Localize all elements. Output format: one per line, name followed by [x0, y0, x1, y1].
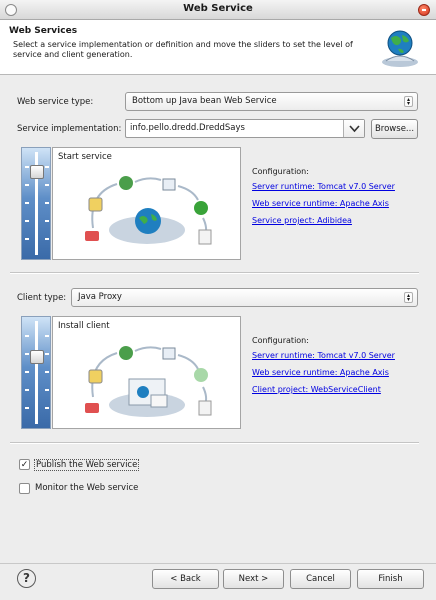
service-lifecycle-diagram: [85, 176, 212, 245]
wizard-banner: Web Services Select a service implementa…: [0, 20, 436, 75]
deploy-stage-icon: [119, 346, 133, 360]
window-title: Web Service: [183, 3, 253, 14]
cancel-button[interactable]: Cancel: [290, 569, 351, 589]
service-server-runtime-link[interactable]: Server runtime: Tomcat v7.0 Server: [252, 182, 395, 191]
install-stage-icon: [162, 178, 176, 191]
client-config-title: Configuration:: [252, 336, 309, 345]
client-type-label: Client type:: [17, 293, 67, 303]
test-stage-icon: [198, 400, 212, 416]
section-divider: [10, 442, 419, 444]
slider-thumb[interactable]: [30, 165, 44, 179]
test-stage-icon: [198, 229, 212, 245]
finish-button[interactable]: Finish: [357, 569, 424, 589]
browse-button[interactable]: Browse...: [371, 119, 418, 139]
develop-stage-icon: [85, 231, 99, 241]
start-stage-icon: [194, 368, 208, 382]
client-lifecycle-diagram: [85, 346, 212, 417]
client-level-slider[interactable]: [21, 316, 51, 429]
publish-label[interactable]: Publish the Web service: [34, 459, 140, 471]
service-diagram: Start service: [52, 147, 241, 260]
start-stage-icon: [194, 201, 208, 215]
globe-webservice-icon: [382, 30, 418, 67]
next-button[interactable]: Next >: [223, 569, 284, 589]
window-titlebar: Web Service: [0, 0, 436, 20]
client-ws-runtime-link[interactable]: Web service runtime: Apache Axis: [252, 368, 389, 377]
updown-arrow-icon: ▴ ▾: [404, 96, 413, 107]
service-ws-runtime-link[interactable]: Web service runtime: Apache Axis: [252, 199, 389, 208]
client-diagram: Install client: [52, 316, 241, 429]
back-button[interactable]: < Back: [152, 569, 219, 589]
page-description: Select a service implementation or defin…: [13, 40, 353, 59]
service-type-label: Web service type:: [17, 97, 94, 107]
service-config-title: Configuration:: [252, 167, 309, 176]
service-impl-input[interactable]: info.pello.dredd.DreddSays: [125, 119, 365, 138]
service-type-value: Bottom up Java bean Web Service: [132, 96, 277, 106]
develop-stage-icon: [85, 403, 99, 413]
assemble-stage-icon: [88, 197, 103, 212]
client-type-select[interactable]: Java Proxy ▴ ▾: [71, 288, 418, 307]
publish-checkbox[interactable]: ✓: [19, 459, 30, 470]
chevron-down-icon[interactable]: [343, 120, 364, 137]
service-type-select[interactable]: Bottom up Java bean Web Service ▴ ▾: [125, 92, 418, 111]
close-icon[interactable]: [418, 4, 430, 16]
install-stage-icon: [162, 347, 176, 360]
assemble-stage-icon: [88, 369, 103, 384]
footer-divider: [0, 563, 436, 564]
service-impl-label: Service implementation:: [17, 124, 122, 134]
page-title: Web Services: [9, 26, 78, 36]
updown-arrow-icon: ▴ ▾: [404, 292, 413, 303]
deploy-stage-icon: [119, 176, 133, 190]
service-project-link[interactable]: Service project: Adibidea: [252, 216, 352, 225]
client-server-runtime-link[interactable]: Server runtime: Tomcat v7.0 Server: [252, 351, 395, 360]
service-level-slider[interactable]: [21, 147, 51, 260]
slider-thumb[interactable]: [30, 350, 44, 364]
client-type-value: Java Proxy: [78, 292, 122, 302]
monitor-checkbox[interactable]: [19, 483, 30, 494]
client-project-link[interactable]: Client project: WebServiceClient: [252, 385, 381, 394]
help-icon[interactable]: ?: [17, 569, 36, 588]
monitor-label[interactable]: Monitor the Web service: [35, 483, 138, 493]
service-impl-value: info.pello.dredd.DreddSays: [130, 123, 245, 133]
section-divider: [10, 272, 419, 274]
